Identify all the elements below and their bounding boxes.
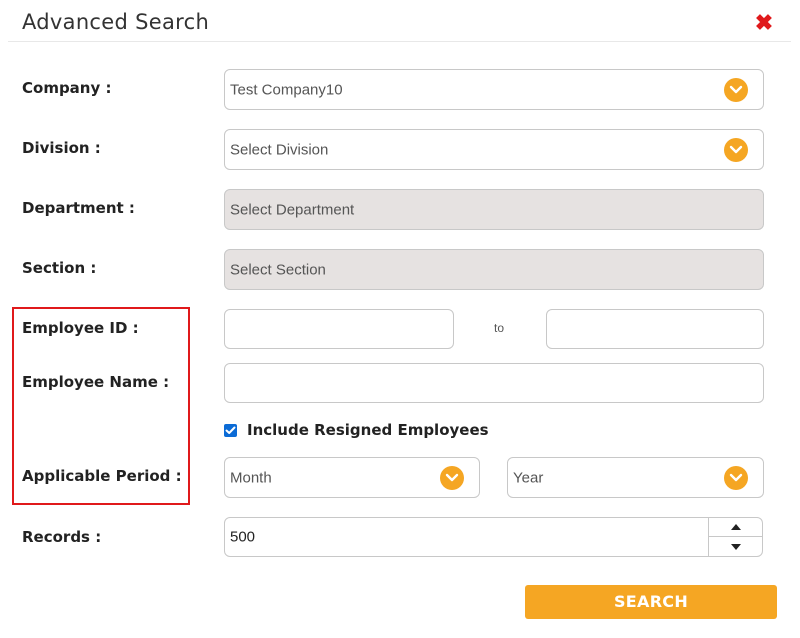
increment-icon[interactable] <box>709 518 762 537</box>
month-select[interactable]: Month <box>224 457 480 498</box>
chevron-down-icon <box>724 137 748 162</box>
department-label: Department : <box>22 199 135 217</box>
company-select-value: Test Company10 <box>230 81 343 98</box>
employee-id-label: Employee ID : <box>22 319 139 337</box>
records-input[interactable]: 500 <box>224 517 763 557</box>
chevron-down-icon <box>724 465 748 490</box>
department-select: Select Department <box>224 189 764 230</box>
header-divider <box>8 41 791 42</box>
employee-name-label: Employee Name : <box>22 373 170 391</box>
year-select[interactable]: Year <box>507 457 764 498</box>
department-select-value: Select Department <box>230 201 355 218</box>
section-select-value: Select Section <box>230 261 326 278</box>
include-resigned-checkbox[interactable] <box>224 423 237 437</box>
company-select[interactable]: Test Company10 <box>224 69 764 110</box>
records-label: Records : <box>22 528 102 546</box>
decrement-icon[interactable] <box>709 537 762 556</box>
year-select-value: Year <box>513 469 544 486</box>
records-value: 500 <box>230 528 256 546</box>
include-resigned-label[interactable]: Include Resigned Employees <box>247 421 489 439</box>
close-icon[interactable]: ✖ <box>753 12 775 34</box>
employee-id-to-input[interactable] <box>546 309 764 349</box>
include-resigned-option[interactable]: Include Resigned Employees <box>224 421 489 439</box>
records-stepper[interactable] <box>708 518 762 556</box>
chevron-down-icon <box>440 465 464 490</box>
division-select-value: Select Division <box>230 141 329 158</box>
dialog-title: Advanced Search <box>22 10 210 34</box>
chevron-down-icon <box>724 77 748 102</box>
division-select[interactable]: Select Division <box>224 129 764 170</box>
search-button[interactable]: SEARCH <box>525 585 777 619</box>
month-select-value: Month <box>230 469 272 486</box>
section-select: Select Section <box>224 249 764 290</box>
company-label: Company : <box>22 79 112 97</box>
employee-id-from-input[interactable] <box>224 309 454 349</box>
employee-id-to-separator: to <box>494 321 505 335</box>
section-label: Section : <box>22 259 97 277</box>
division-label: Division : <box>22 139 101 157</box>
applicable-period-label: Applicable Period : <box>22 467 182 485</box>
employee-name-input[interactable] <box>224 363 764 403</box>
